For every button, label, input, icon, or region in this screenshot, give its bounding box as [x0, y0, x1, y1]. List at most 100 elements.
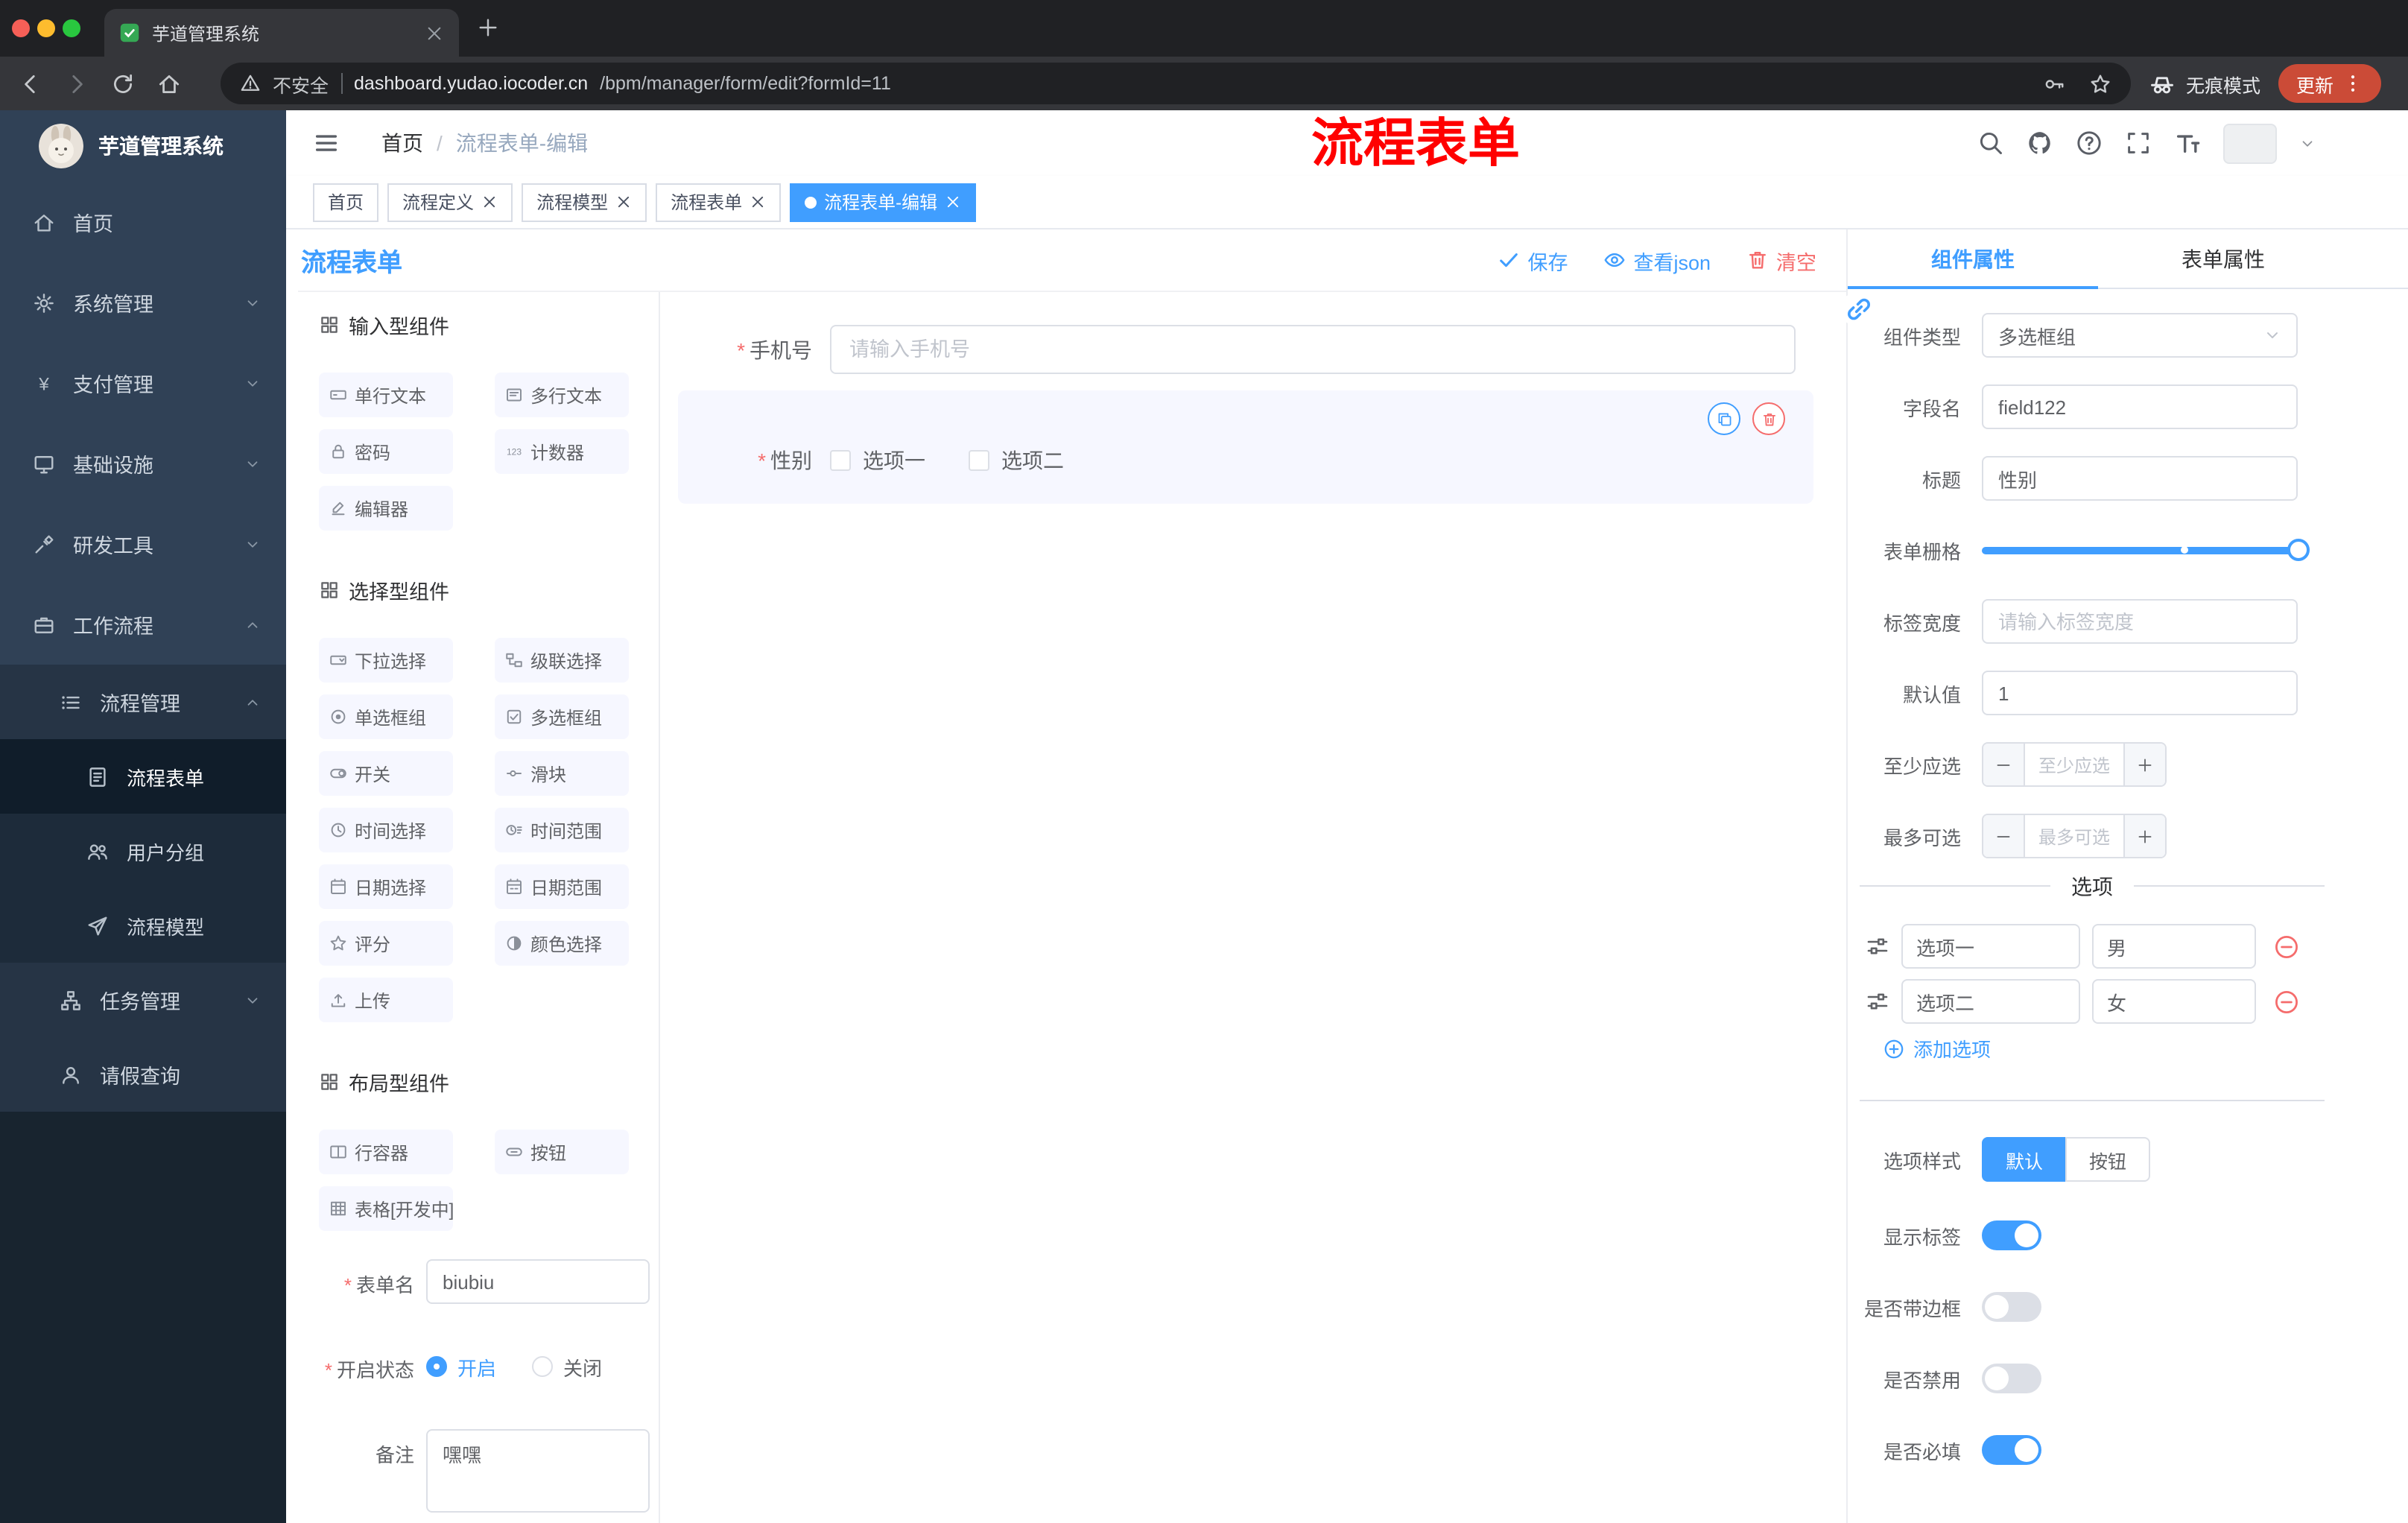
option-drag-icon[interactable] — [1866, 934, 1889, 958]
help-icon[interactable] — [2076, 130, 2103, 156]
palette-item-color[interactable]: 颜色选择 — [495, 921, 629, 966]
tab-component-props[interactable]: 组件属性 — [1848, 229, 2098, 289]
sidebar-item-process[interactable]: 流程管理 — [0, 665, 286, 739]
option-value-input[interactable] — [2092, 979, 2256, 1024]
forward-button[interactable] — [64, 71, 89, 96]
increase-button[interactable] — [2123, 744, 2165, 785]
sidebar-item-workflow[interactable]: 工作流程 — [0, 584, 286, 665]
browser-tab[interactable]: 芋道管理系统 — [104, 9, 459, 57]
reload-button[interactable] — [110, 71, 136, 96]
decrease-button[interactable] — [1983, 815, 2025, 857]
option-drag-icon[interactable] — [1866, 990, 1889, 1013]
tab-close-icon[interactable] — [481, 194, 498, 210]
palette-item-number[interactable]: 123 计数器 — [495, 429, 629, 474]
palette-item-date-range[interactable]: 日期范围 — [495, 864, 629, 909]
palette-item-button[interactable]: 按钮 — [495, 1130, 629, 1174]
breadcrumb-home[interactable]: 首页 — [381, 128, 423, 158]
min-select-value[interactable]: 至少应选 — [2025, 744, 2123, 785]
gender-option-2[interactable]: 选项二 — [969, 445, 1064, 475]
palette-item-editor[interactable]: 编辑器 — [319, 486, 453, 531]
browser-home-button[interactable] — [156, 71, 182, 96]
sidebar-item-users[interactable]: 用户分组 — [0, 814, 286, 888]
tab-close-icon[interactable] — [615, 194, 632, 210]
form-name-input[interactable] — [426, 1259, 650, 1304]
tab-close-icon[interactable] — [425, 23, 444, 42]
sidebar-item-tool[interactable]: 研发工具 — [0, 504, 286, 584]
option-label-input[interactable] — [1901, 979, 2080, 1024]
option-value-input[interactable] — [2092, 924, 2256, 969]
page-tab-2[interactable]: 流程定义 — [387, 183, 513, 221]
title-input[interactable] — [1982, 456, 2298, 501]
palette-item-select[interactable]: 下拉选择 — [319, 638, 453, 683]
page-tab-1[interactable]: 首页 — [313, 183, 379, 221]
palette-item-table[interactable]: 表格[开发中] — [319, 1186, 453, 1231]
label-width-input[interactable] — [1982, 599, 2298, 644]
page-tab-5[interactable]: 流程表单-编辑 — [790, 183, 977, 221]
default-value-input[interactable] — [1982, 671, 2298, 715]
option-label-input[interactable] — [1901, 924, 2080, 969]
slider-track[interactable] — [1982, 539, 2310, 561]
add-option-button[interactable]: 添加选项 — [1883, 1034, 2408, 1063]
sidebar-item-form[interactable]: 流程表单 — [0, 739, 286, 814]
max-select-value[interactable]: 最多可选 — [2025, 815, 2123, 857]
avatar[interactable] — [2223, 123, 2277, 163]
copy-field-button[interactable] — [1708, 402, 1740, 435]
phone-field-row[interactable]: 手机号 — [678, 325, 1828, 374]
palette-item-input[interactable]: 单行文本 — [319, 373, 453, 417]
checkbox-icon[interactable] — [969, 449, 989, 470]
increase-button[interactable] — [2123, 815, 2165, 857]
view-json-button[interactable]: 查看json — [1603, 245, 1711, 275]
tab-form-props[interactable]: 表单属性 — [2098, 229, 2348, 288]
update-button[interactable]: 更新 — [2278, 64, 2381, 103]
palette-item-rate[interactable]: 评分 — [319, 921, 453, 966]
sidebar-item-gear[interactable]: 系统管理 — [0, 262, 286, 343]
not-secure-icon[interactable] — [240, 73, 261, 94]
palette-item-time[interactable]: 时间选择 — [319, 808, 453, 852]
switch-2[interactable] — [1982, 1364, 2041, 1393]
gender-field-selected[interactable]: 性别 选项一 选项二 — [678, 390, 1813, 504]
palette-item-radio[interactable]: 单选框组 — [319, 694, 453, 739]
page-tab-4[interactable]: 流程表单 — [656, 183, 782, 221]
sidebar-item-yen[interactable]: ¥ 支付管理 — [0, 343, 286, 423]
status-on-radio[interactable]: 开启 — [426, 1352, 496, 1381]
password-manager-icon[interactable] — [2043, 72, 2065, 95]
font-size-icon[interactable] — [2174, 130, 2201, 156]
sidebar-item-task[interactable]: 任务管理 — [0, 963, 286, 1037]
sidebar-item-infra[interactable]: 基础设施 — [0, 423, 286, 504]
zoom-window-button[interactable] — [63, 19, 80, 37]
option-style-default[interactable]: 默认 — [1982, 1137, 2066, 1182]
grid-slider[interactable] — [1982, 528, 2310, 572]
delete-field-button[interactable] — [1752, 402, 1785, 435]
remove-option-icon[interactable] — [2274, 989, 2299, 1014]
fullscreen-icon[interactable] — [2125, 130, 2152, 156]
github-icon[interactable] — [2027, 130, 2053, 156]
palette-item-date[interactable]: 日期选择 — [319, 864, 453, 909]
tab-close-icon[interactable] — [750, 194, 766, 210]
palette-item-slider[interactable]: 滑块 — [495, 751, 629, 796]
palette-item-time-range[interactable]: 时间范围 — [495, 808, 629, 852]
palette-item-textarea[interactable]: 多行文本 — [495, 373, 629, 417]
sidebar-item-person[interactable]: 请假查询 — [0, 1037, 286, 1112]
clear-button[interactable]: 清空 — [1746, 245, 1816, 275]
sidebar-item-model[interactable]: 流程模型 — [0, 888, 286, 963]
url-bar[interactable]: 不安全 dashboard.yudao.iocoder.cn/bpm/manag… — [221, 63, 2131, 104]
link-icon[interactable] — [1845, 295, 1873, 323]
status-off-radio[interactable]: 关闭 — [532, 1352, 602, 1381]
slider-handle[interactable] — [2287, 539, 2310, 561]
palette-item-checkbox[interactable]: 多选框组 — [495, 694, 629, 739]
option-style-button[interactable]: 按钮 — [2065, 1137, 2151, 1182]
save-button[interactable]: 保存 — [1498, 245, 1568, 275]
page-tab-3[interactable]: 流程模型 — [522, 183, 647, 221]
search-icon[interactable] — [1977, 130, 2004, 156]
back-button[interactable] — [18, 71, 43, 96]
minimize-window-button[interactable] — [37, 19, 55, 37]
palette-item-password[interactable]: 密码 — [319, 429, 453, 474]
avatar-caret-icon[interactable] — [2299, 135, 2316, 151]
palette-item-cascader[interactable]: 级联选择 — [495, 638, 629, 683]
phone-input[interactable] — [830, 325, 1796, 374]
sidebar-item-home[interactable]: 首页 — [0, 182, 286, 262]
tab-close-icon[interactable] — [945, 194, 961, 210]
switch-3[interactable] — [1982, 1435, 2041, 1465]
decrease-button[interactable] — [1983, 744, 2025, 785]
switch-0[interactable] — [1982, 1220, 2041, 1250]
